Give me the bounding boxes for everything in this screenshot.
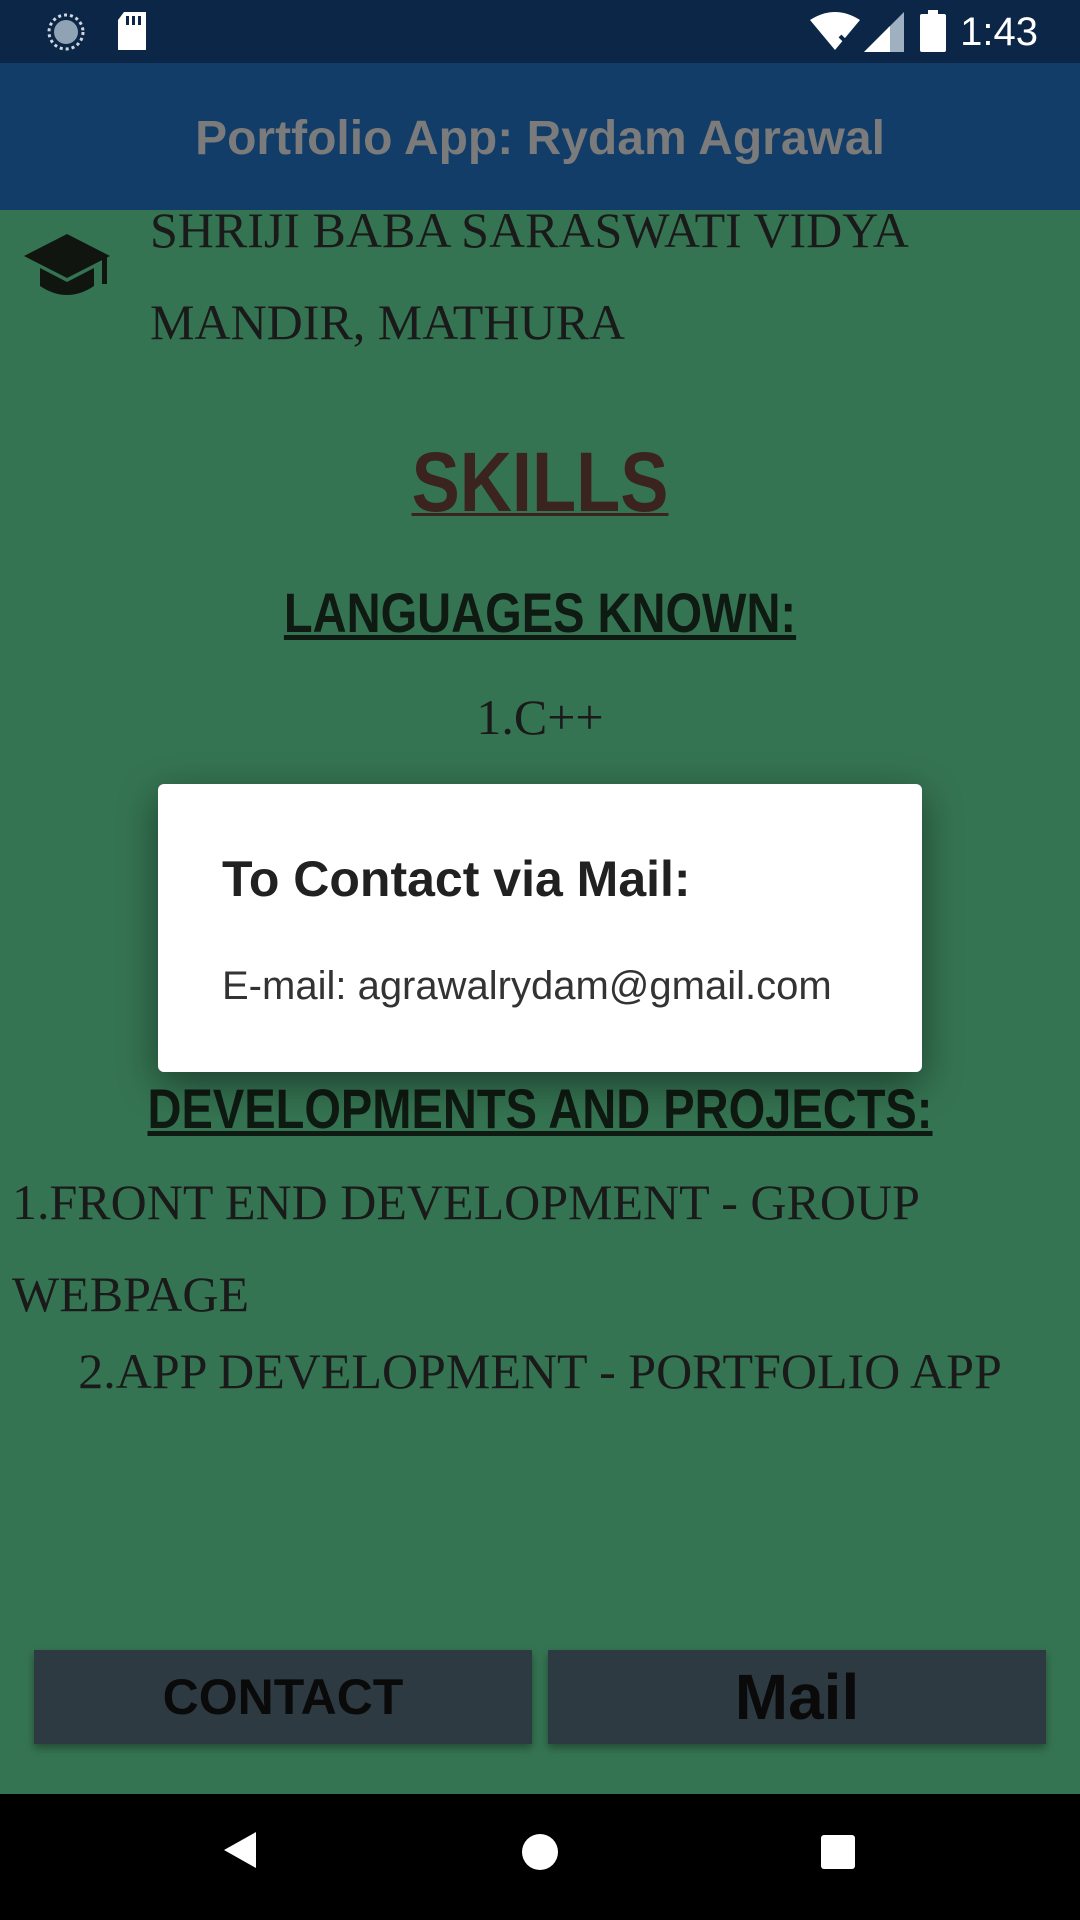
- contact-button[interactable]: CONTACT: [34, 1650, 532, 1744]
- recents-icon[interactable]: [820, 1834, 856, 1870]
- skills-heading: SKILLS: [411, 435, 669, 529]
- contact-dialog[interactable]: To Contact via Mail: E-mail: agrawalryda…: [158, 784, 922, 1072]
- dialog-title: To Contact via Mail:: [222, 851, 691, 907]
- back-icon[interactable]: [222, 1830, 258, 1870]
- battery-icon: [920, 10, 946, 52]
- navigation-bar: [0, 1794, 1080, 1920]
- wifi-off-icon: [810, 12, 860, 50]
- project-item: 1.FRONT END DEVELOPMENT - GROUP WEBPAGE: [12, 1174, 919, 1322]
- sync-icon: [47, 13, 85, 51]
- dialog-message: E-mail: agrawalrydam@gmail.com: [222, 964, 832, 1008]
- mail-button[interactable]: Mail: [548, 1650, 1046, 1744]
- school-name: SHRIJI BABA SARASWATI VIDYA MANDIR, MATH…: [150, 210, 907, 350]
- home-icon[interactable]: [520, 1832, 560, 1872]
- projects-heading: DEVELOPMENTS AND PROJECTS:: [147, 1077, 933, 1140]
- sd-card-icon: [118, 12, 146, 50]
- status-time: 1:43: [960, 10, 1038, 54]
- app-title: Portfolio App: Rydam Agrawal: [195, 112, 885, 165]
- graduation-cap-icon: [24, 234, 110, 295]
- status-bar: 1:43: [0, 0, 1080, 63]
- app-bar: Portfolio App: Rydam Agrawal: [0, 63, 1080, 210]
- languages-heading: LANGUAGES KNOWN:: [283, 581, 797, 644]
- signal-icon: [864, 12, 904, 52]
- project-item: 2.APP DEVELOPMENT - PORTFOLIO APP: [78, 1343, 1002, 1399]
- language-item: 1.C++: [476, 689, 604, 745]
